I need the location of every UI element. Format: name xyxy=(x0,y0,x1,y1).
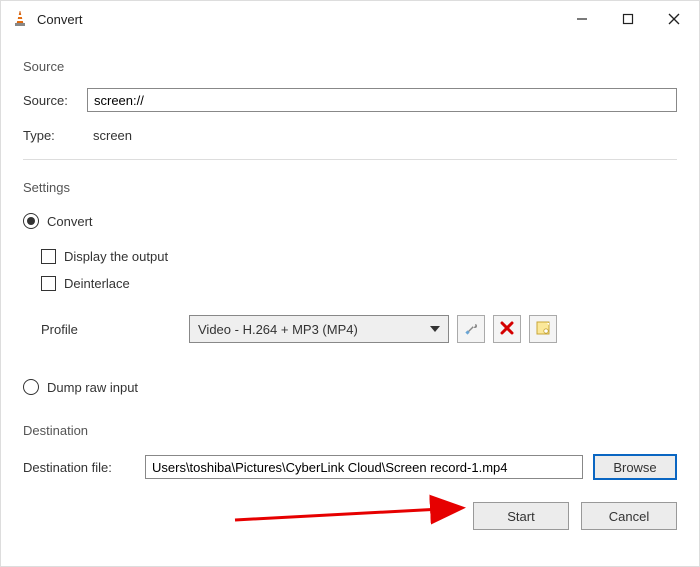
footer: Start Cancel xyxy=(23,502,677,530)
destination-heading: Destination xyxy=(23,423,677,438)
destination-row: Destination file: Browse xyxy=(23,454,677,480)
source-input[interactable] xyxy=(87,88,677,112)
new-profile-icon xyxy=(535,320,551,339)
new-profile-button[interactable] xyxy=(529,315,557,343)
deinterlace-checkbox[interactable] xyxy=(41,276,56,291)
display-output-row[interactable]: Display the output xyxy=(41,249,677,264)
dump-raw-radio[interactable] xyxy=(23,379,39,395)
profile-selected-text: Video - H.264 + MP3 (MP4) xyxy=(198,322,358,337)
delete-icon xyxy=(500,321,514,338)
source-label: Source: xyxy=(23,93,87,108)
start-label: Start xyxy=(507,509,534,524)
display-output-checkbox[interactable] xyxy=(41,249,56,264)
browse-label: Browse xyxy=(613,460,656,475)
dump-raw-radio-row[interactable]: Dump raw input xyxy=(23,379,677,395)
edit-profile-button[interactable] xyxy=(457,315,485,343)
type-value: screen xyxy=(93,128,132,143)
source-heading: Source xyxy=(23,59,677,74)
wrench-icon xyxy=(463,320,479,339)
deinterlace-label: Deinterlace xyxy=(64,276,130,291)
source-row: Source: xyxy=(23,88,677,112)
window-title: Convert xyxy=(37,12,83,27)
vlc-icon xyxy=(11,10,29,28)
window-controls xyxy=(559,1,697,37)
destination-file-input[interactable] xyxy=(145,455,583,479)
delete-profile-button[interactable] xyxy=(493,315,521,343)
display-output-label: Display the output xyxy=(64,249,168,264)
divider xyxy=(23,159,677,160)
type-label: Type: xyxy=(23,128,87,143)
convert-label: Convert xyxy=(47,214,93,229)
chevron-down-icon xyxy=(430,326,440,332)
convert-radio[interactable] xyxy=(23,213,39,229)
convert-radio-row[interactable]: Convert xyxy=(23,213,677,229)
settings-heading: Settings xyxy=(23,180,677,195)
close-button[interactable] xyxy=(651,1,697,37)
titlebar: Convert xyxy=(1,1,699,37)
start-button[interactable]: Start xyxy=(473,502,569,530)
deinterlace-row[interactable]: Deinterlace xyxy=(41,276,677,291)
profile-label: Profile xyxy=(41,322,181,337)
destination-file-label: Destination file: xyxy=(23,460,135,475)
content-area: Source Source: Type: screen Settings Con… xyxy=(1,37,699,566)
convert-dialog: Convert Source Source: Type: screen Sett… xyxy=(0,0,700,567)
type-row: Type: screen xyxy=(23,128,677,143)
profile-row: Profile Video - H.264 + MP3 (MP4) xyxy=(41,315,677,343)
cancel-label: Cancel xyxy=(609,509,649,524)
minimize-button[interactable] xyxy=(559,1,605,37)
dump-raw-label: Dump raw input xyxy=(47,380,138,395)
profile-select[interactable]: Video - H.264 + MP3 (MP4) xyxy=(189,315,449,343)
cancel-button[interactable]: Cancel xyxy=(581,502,677,530)
maximize-button[interactable] xyxy=(605,1,651,37)
browse-button[interactable]: Browse xyxy=(593,454,677,480)
